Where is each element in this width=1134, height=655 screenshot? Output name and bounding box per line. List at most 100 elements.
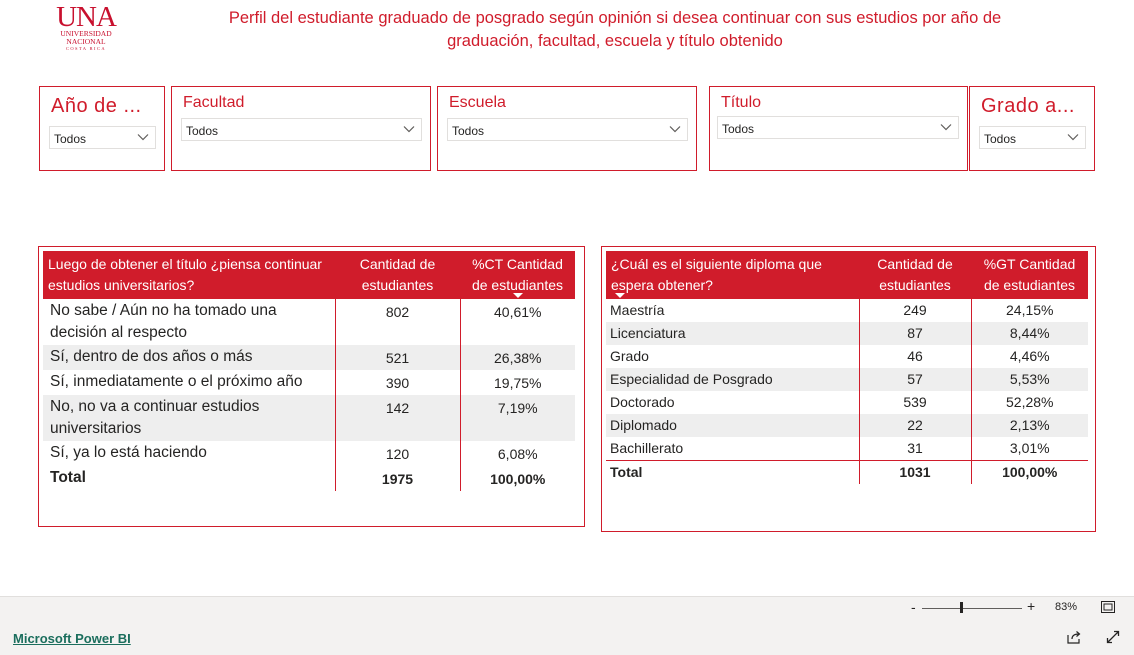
total-label: Total [50, 469, 86, 486]
row-count: 57 [858, 368, 971, 391]
total-pct: 100,00% [459, 466, 575, 491]
row-label: Especialidad de Posgrado [606, 368, 859, 391]
slicer-facultad-dropdown[interactable]: Todos [181, 118, 422, 141]
table-row[interactable]: No, no va a continuar estudios universit… [43, 395, 575, 441]
logo-line3: COSTA RICA [65, 46, 107, 51]
table-row[interactable]: Licenciatura 87 8,44% [606, 322, 1088, 345]
chevron-down-icon [137, 134, 149, 141]
row-pct: 4,46% [970, 345, 1088, 368]
column-header-diploma-label: ¿Cuál es el siguiente diploma que espera… [611, 256, 822, 293]
slicer-escuela-label: Escuela [449, 94, 506, 111]
slicer-titulo-label: Título [721, 94, 762, 111]
slicer-grado-dropdown[interactable]: Todos [979, 126, 1086, 149]
column-header-diploma[interactable]: ¿Cuál es el siguiente diploma que espera… [606, 251, 859, 299]
row-label: Licenciatura [606, 322, 859, 345]
row-count: 142 [334, 395, 460, 441]
row-pct: 7,19% [459, 395, 575, 441]
row-label: Sí, dentro de dos años o más [43, 345, 335, 370]
slicer-escuela-value: Todos [452, 124, 485, 138]
zoom-bar: - + 83% [0, 596, 1134, 619]
row-pct: 5,53% [970, 368, 1088, 391]
slicer-anio-value: Todos [54, 132, 87, 146]
zoom-slider-thumb[interactable] [960, 602, 963, 613]
next-diploma-table-panel: ¿Cuál es el siguiente diploma que espera… [601, 246, 1096, 532]
continue-studies-table-panel: Luego de obtener el título ¿piensa conti… [38, 246, 585, 527]
row-label: Maestría [610, 302, 665, 318]
table-row[interactable]: Sí, inmediatamente o el próximo año 390 … [43, 370, 575, 395]
row-label: No, no va a continuar estudios universit… [43, 395, 335, 441]
total-count: 1031 [858, 460, 971, 484]
row-count: 521 [334, 345, 460, 370]
slicer-titulo: Título Todos [709, 86, 968, 171]
row-count: 22 [858, 414, 971, 437]
row-count: 120 [334, 441, 460, 466]
row-count: 31 [858, 437, 971, 461]
row-count: 249 [858, 299, 971, 322]
expand-icon[interactable] [1106, 630, 1120, 644]
row-pct: 3,01% [970, 437, 1088, 461]
row-count: 87 [858, 322, 971, 345]
slicer-facultad-value: Todos [186, 124, 219, 138]
sort-desc-icon [512, 293, 523, 298]
chevron-down-icon [1067, 134, 1079, 141]
row-pct: 6,08% [459, 441, 575, 466]
table-row[interactable]: Doctorado 539 52,28% [606, 391, 1088, 414]
row-label: Sí, inmediatamente o el próximo año [50, 373, 303, 390]
table-row[interactable]: Diplomado 22 2,13% [606, 414, 1088, 437]
row-count: 802 [334, 299, 460, 345]
table-row[interactable]: Sí, dentro de dos años o más 521 26,38% [43, 345, 575, 370]
row-pct: 8,44% [970, 322, 1088, 345]
table-row[interactable]: Especialidad de Posgrado 57 5,53% [606, 368, 1088, 391]
zoom-level: 83% [1055, 601, 1078, 613]
column-header-count[interactable]: Cantidad de estudiantes [859, 251, 971, 299]
zoom-in-button[interactable]: + [1027, 598, 1035, 614]
row-pct: 19,75% [459, 370, 575, 395]
row-label: Bachillerato [610, 440, 684, 456]
row-label: Diplomado [606, 414, 859, 437]
column-header-pct[interactable]: %GT Cantidad de estudiantes [971, 251, 1088, 299]
zoom-slider-track[interactable] [922, 608, 1022, 609]
row-pct: 24,15% [970, 299, 1088, 322]
row-count: 539 [858, 391, 971, 414]
table-row[interactable]: No sabe / Aún no ha tomado una decisión … [43, 299, 575, 345]
share-icon[interactable] [1067, 630, 1081, 644]
row-label: Grado [610, 348, 649, 364]
powerbi-bottom-bar: Microsoft Power BI [0, 619, 1134, 655]
slicer-anio: Año de ... Todos [39, 86, 165, 171]
slicer-grado-label: Grado a... [981, 95, 1075, 117]
column-header-pct[interactable]: %CT Cantidad de estudiantes [460, 251, 575, 299]
row-pct: 2,13% [970, 414, 1088, 437]
row-label: Doctorado [610, 394, 675, 410]
row-label: Sí, ya lo está haciendo [50, 444, 207, 461]
una-logo: UNA UNIVERSIDAD NACIONAL COSTA RICA [54, 1, 118, 56]
slicer-titulo-dropdown[interactable]: Todos [717, 116, 959, 139]
report-title: Perfil del estudiante graduado de posgra… [228, 9, 1002, 50]
slicer-escuela-dropdown[interactable]: Todos [447, 118, 688, 141]
row-pct: 52,28% [970, 391, 1088, 414]
slicer-escuela: Escuela Todos [437, 86, 697, 171]
slicer-titulo-value: Todos [722, 122, 755, 136]
table-row[interactable]: Sí, ya lo está haciendo 120 6,08% [43, 441, 575, 466]
zoom-out-button[interactable]: - [911, 599, 916, 615]
powerbi-link[interactable]: Microsoft Power BI [13, 631, 131, 646]
slicer-facultad-label: Facultad [183, 94, 245, 111]
total-pct: 100,00% [970, 460, 1088, 484]
row-label: No sabe / Aún no ha tomado una decisión … [50, 302, 277, 341]
total-row: Total 1031 100,00% [606, 460, 1088, 484]
table-row[interactable]: Maestría 249 24,15% [606, 299, 1088, 322]
chevron-down-icon [403, 126, 415, 133]
slicer-grado: Grado a... Todos [969, 86, 1095, 171]
continue-studies-table: Luego de obtener el título ¿piensa conti… [43, 251, 575, 491]
table-row[interactable]: Grado 46 4,46% [606, 345, 1088, 368]
column-header-question[interactable]: Luego de obtener el título ¿piensa conti… [43, 251, 335, 299]
next-diploma-table: ¿Cuál es el siguiente diploma que espera… [606, 251, 1088, 484]
column-header-count[interactable]: Cantidad de estudiantes [335, 251, 460, 299]
logo-line2: NACIONAL [66, 37, 106, 46]
slicer-anio-dropdown[interactable]: Todos [49, 126, 156, 149]
fit-page-icon[interactable] [1101, 601, 1115, 613]
sort-desc-icon [615, 293, 625, 298]
total-row: Total 1975 100,00% [43, 466, 575, 491]
chevron-down-icon [669, 126, 681, 133]
logo-main: UNA [56, 1, 117, 33]
table-row[interactable]: Bachillerato 31 3,01% [606, 437, 1088, 461]
